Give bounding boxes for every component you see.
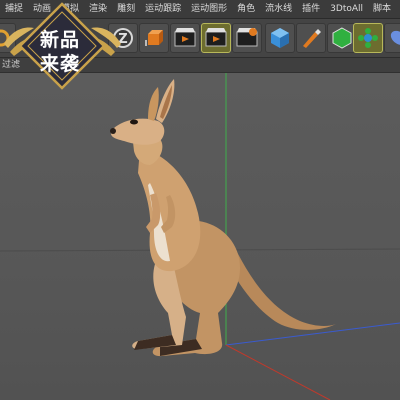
- render-settings-icon: [236, 28, 258, 47]
- menu-character[interactable]: 角色: [232, 0, 260, 18]
- kangaroo-model[interactable]: [110, 79, 336, 357]
- menu-plugins[interactable]: 插件: [297, 0, 325, 18]
- render-view-button[interactable]: [201, 23, 231, 53]
- subdivision-icon: [332, 27, 352, 49]
- menu-mograph[interactable]: 运动图形: [186, 0, 232, 18]
- render-view-icon: [205, 28, 227, 47]
- viewport-scene: [0, 73, 400, 400]
- badge-line-2: 来袭: [40, 53, 81, 75]
- axis-object-button[interactable]: [139, 23, 169, 53]
- badge-line-1: 新品: [40, 29, 81, 51]
- new-arrival-badge: 新品 来袭: [0, 0, 125, 100]
- deformer-icon: [390, 30, 400, 46]
- axis-object-icon: [145, 30, 163, 46]
- x-axis-line: [225, 344, 331, 400]
- menu-pipeline[interactable]: 流水线: [260, 0, 297, 18]
- menu-motion-tracking[interactable]: 运动跟踪: [140, 0, 186, 18]
- cube-icon: [271, 28, 289, 48]
- cloner-icon: [358, 28, 378, 48]
- cloner-button[interactable]: [353, 23, 383, 53]
- menu-script[interactable]: 脚本: [368, 0, 396, 18]
- pen-button[interactable]: [296, 23, 326, 53]
- render-region-icon: [174, 28, 196, 47]
- pen-icon: [303, 29, 321, 48]
- render-region-button[interactable]: [170, 23, 200, 53]
- render-settings-button[interactable]: [232, 23, 262, 53]
- cube-button[interactable]: [265, 23, 295, 53]
- menu-3dtoall[interactable]: 3DtoAll: [325, 0, 368, 18]
- 3d-viewport[interactable]: [0, 73, 400, 400]
- deformer-button[interactable]: [384, 23, 400, 53]
